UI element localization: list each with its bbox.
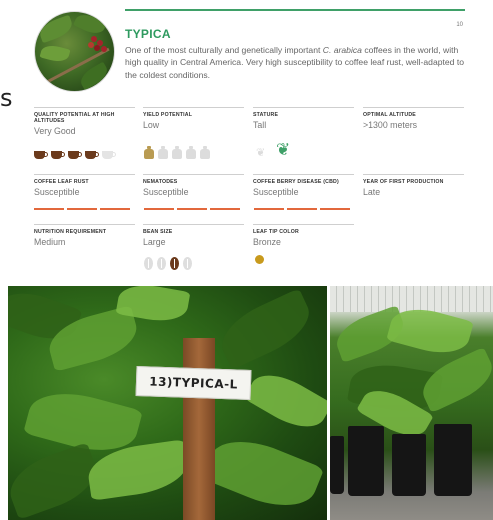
attr-label: BEAN SIZE: [143, 229, 173, 235]
header-rule: [125, 9, 465, 11]
attr-value: Late: [363, 187, 381, 198]
attr-value: Large: [143, 237, 166, 248]
attr-value: >1300 meters: [363, 120, 418, 131]
attr-value: Low: [143, 120, 160, 131]
sack-icon: [172, 146, 182, 159]
attr-value: Medium: [34, 237, 66, 248]
seedling-photo-labeled: 13)TYPICA-L: [8, 286, 327, 520]
coffee-bean-icon: [144, 257, 153, 270]
quality-rating: [34, 150, 117, 160]
attr-label: COFFEE BERRY DISEASE (CBD): [253, 179, 339, 185]
description-species: C. arabica: [322, 45, 362, 55]
sack-icon: [158, 146, 168, 159]
wooden-stake: [183, 338, 215, 520]
attr-label: LEAF TIP COLOR: [253, 229, 299, 235]
attr-leaf-rust: COFFEE LEAF RUST Susceptible: [34, 174, 135, 197]
variety-description: One of the most culturally and genetical…: [125, 44, 470, 81]
attr-label: NEMATODES: [143, 179, 178, 185]
coffee-cup-icon: [34, 150, 49, 160]
bean-size-rating: [144, 257, 192, 270]
variety-title: TYPICA: [125, 27, 171, 41]
attr-label: COFFEE LEAF RUST: [34, 179, 89, 185]
tall-plant-icon: ❦: [276, 140, 291, 159]
attr-stature: STATURE Tall: [253, 107, 354, 130]
coffee-bean-icon: [170, 257, 179, 270]
attr-label: YEAR OF FIRST PRODUCTION: [363, 179, 444, 185]
attr-quality: QUALITY POTENTIAL AT HIGH ALTITUDES Very…: [34, 107, 135, 136]
coffee-cup-icon: [68, 150, 83, 160]
attr-label: STATURE: [253, 112, 279, 118]
coffee-bean-icon: [157, 257, 166, 270]
sack-icon: [200, 146, 210, 159]
sack-icon: [186, 146, 196, 159]
attr-value: Tall: [253, 120, 267, 131]
page-number: 10: [456, 22, 463, 28]
nematodes-risk-bar: [144, 208, 240, 210]
attr-leaf-tip: LEAF TIP COLOR Bronze: [253, 224, 354, 247]
attr-label: OPTIMAL ALTITUDE: [363, 112, 416, 118]
plant-label-tag: 13)TYPICA-L: [135, 366, 252, 400]
attr-bean-size: BEAN SIZE Large: [143, 224, 244, 247]
attr-nematodes: NEMATODES Susceptible: [143, 174, 244, 197]
attr-altitude: OPTIMAL ALTITUDE >1300 meters: [363, 107, 464, 130]
attr-nutrition: NUTRITION REQUIREMENT Medium: [34, 224, 135, 247]
plant-label-text: 13)TYPICA-L: [149, 374, 238, 392]
coffee-plant-photo: [34, 11, 115, 92]
coffee-bean-icon: [183, 257, 192, 270]
attr-value: Susceptible: [34, 187, 80, 198]
attr-first-production: YEAR OF FIRST PRODUCTION Late: [363, 174, 464, 197]
attr-value: Susceptible: [253, 187, 299, 198]
attr-value: Bronze: [253, 237, 281, 248]
coffee-cup-icon: [51, 150, 66, 160]
attr-value: Very Good: [34, 126, 76, 137]
coffee-cup-icon: [102, 150, 117, 160]
attr-label: YIELD POTENTIAL: [143, 112, 193, 118]
attr-value: Susceptible: [143, 187, 189, 198]
leaf-rust-risk-bar: [34, 208, 130, 210]
attr-label: NUTRITION REQUIREMENT: [34, 229, 107, 235]
short-plant-icon: ❦: [256, 147, 266, 159]
attr-label: QUALITY POTENTIAL AT HIGH ALTITUDES: [34, 112, 115, 125]
seedling-pots-photo: [330, 286, 493, 520]
yield-rating: [144, 146, 210, 159]
stray-letter: s: [0, 84, 13, 112]
cbd-risk-bar: [254, 208, 350, 210]
leaf-tip-color-swatch: [255, 255, 264, 264]
description-pre: One of the most culturally and genetical…: [125, 45, 323, 55]
attr-yield: YIELD POTENTIAL Low: [143, 107, 244, 130]
attr-cbd: COFFEE BERRY DISEASE (CBD) Susceptible: [253, 174, 354, 197]
coffee-cup-icon: [85, 150, 100, 160]
sack-icon: [144, 146, 154, 159]
